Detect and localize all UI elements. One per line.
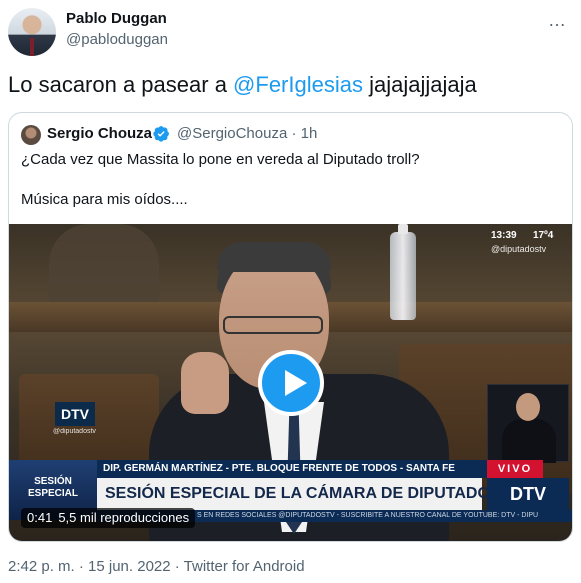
author-name[interactable]: Pablo Duggan	[66, 10, 167, 27]
channel-clock: 13:39 17º4 @diputadostv	[491, 230, 569, 260]
quoted-avatar[interactable]	[21, 125, 41, 145]
tweet-text: Lo sacaron a pasear a @FerIglesias jajaj…	[8, 72, 477, 98]
quoted-text-line1: ¿Cada vez que Massita lo pone en vereda …	[21, 151, 420, 168]
interpreter-head	[516, 393, 540, 421]
quoted-text-line2: Música para mis oídos....	[21, 191, 188, 208]
video-player[interactable]: 13:39 17º4 @diputadostv DTV @diputadostv…	[9, 224, 572, 541]
more-options-icon[interactable]: …	[548, 10, 567, 31]
video-background-person	[49, 224, 159, 314]
quoted-author-name[interactable]: Sergio Chouza	[47, 125, 152, 142]
author-handle[interactable]: @pabloduggan	[66, 31, 168, 48]
live-badge: VIVO	[487, 460, 543, 478]
water-bottle	[390, 224, 416, 320]
speaker-name-bar: DIP. GERMÁN MARTÍNEZ - PTE. BLOQUE FRENT…	[97, 460, 489, 478]
dtv-logo-small-handle: @diputadostv	[53, 428, 96, 435]
interpreter-body	[502, 419, 556, 463]
tweet-header: Pablo Duggan @pabloduggan …	[0, 0, 581, 60]
clock-temp: 17º4	[533, 230, 554, 241]
dtv-logo-small: DTV	[55, 402, 95, 426]
tweet-text-before: Lo sacaron a pasear a	[8, 72, 234, 97]
sign-language-interpreter	[487, 384, 569, 463]
session-title-bar: SESIÓN ESPECIAL DE LA CÁMARA DE DIPUTADO…	[97, 478, 501, 510]
play-button-icon[interactable]	[258, 350, 324, 416]
speaker-hand	[181, 352, 229, 414]
clock-channel: @diputadostv	[491, 244, 547, 254]
quoted-handle-time[interactable]: @SergioChouza · 1h	[177, 125, 317, 142]
quoted-tweet[interactable]: Sergio Chouza @SergioChouza · 1h ¿Cada v…	[8, 112, 573, 542]
video-duration: 0:41	[27, 510, 53, 525]
tweet-text-after: jajajajjajaja	[362, 72, 477, 97]
author-avatar[interactable]	[8, 8, 56, 56]
verified-badge-icon	[153, 126, 169, 142]
dtv-logo-large: DTV	[487, 478, 569, 510]
speaker-glasses	[223, 316, 323, 334]
video-info-badge: 0:41 5,5 mil reproducciones	[21, 508, 196, 528]
video-views: 5,5 mil reproducciones	[58, 510, 190, 525]
lower-third: SESIÓN ESPECIAL DIP. GERMÁN MARTÍNEZ - P…	[9, 460, 572, 541]
avatar-tie	[30, 38, 34, 56]
tweet-timestamp[interactable]: 2:42 p. m. · 15 jun. 2022 · Twitter for …	[8, 558, 305, 575]
mention-link[interactable]: @FerIglesias	[233, 72, 363, 97]
clock-time: 13:39	[491, 230, 517, 241]
speaker-hair-top	[217, 242, 331, 272]
